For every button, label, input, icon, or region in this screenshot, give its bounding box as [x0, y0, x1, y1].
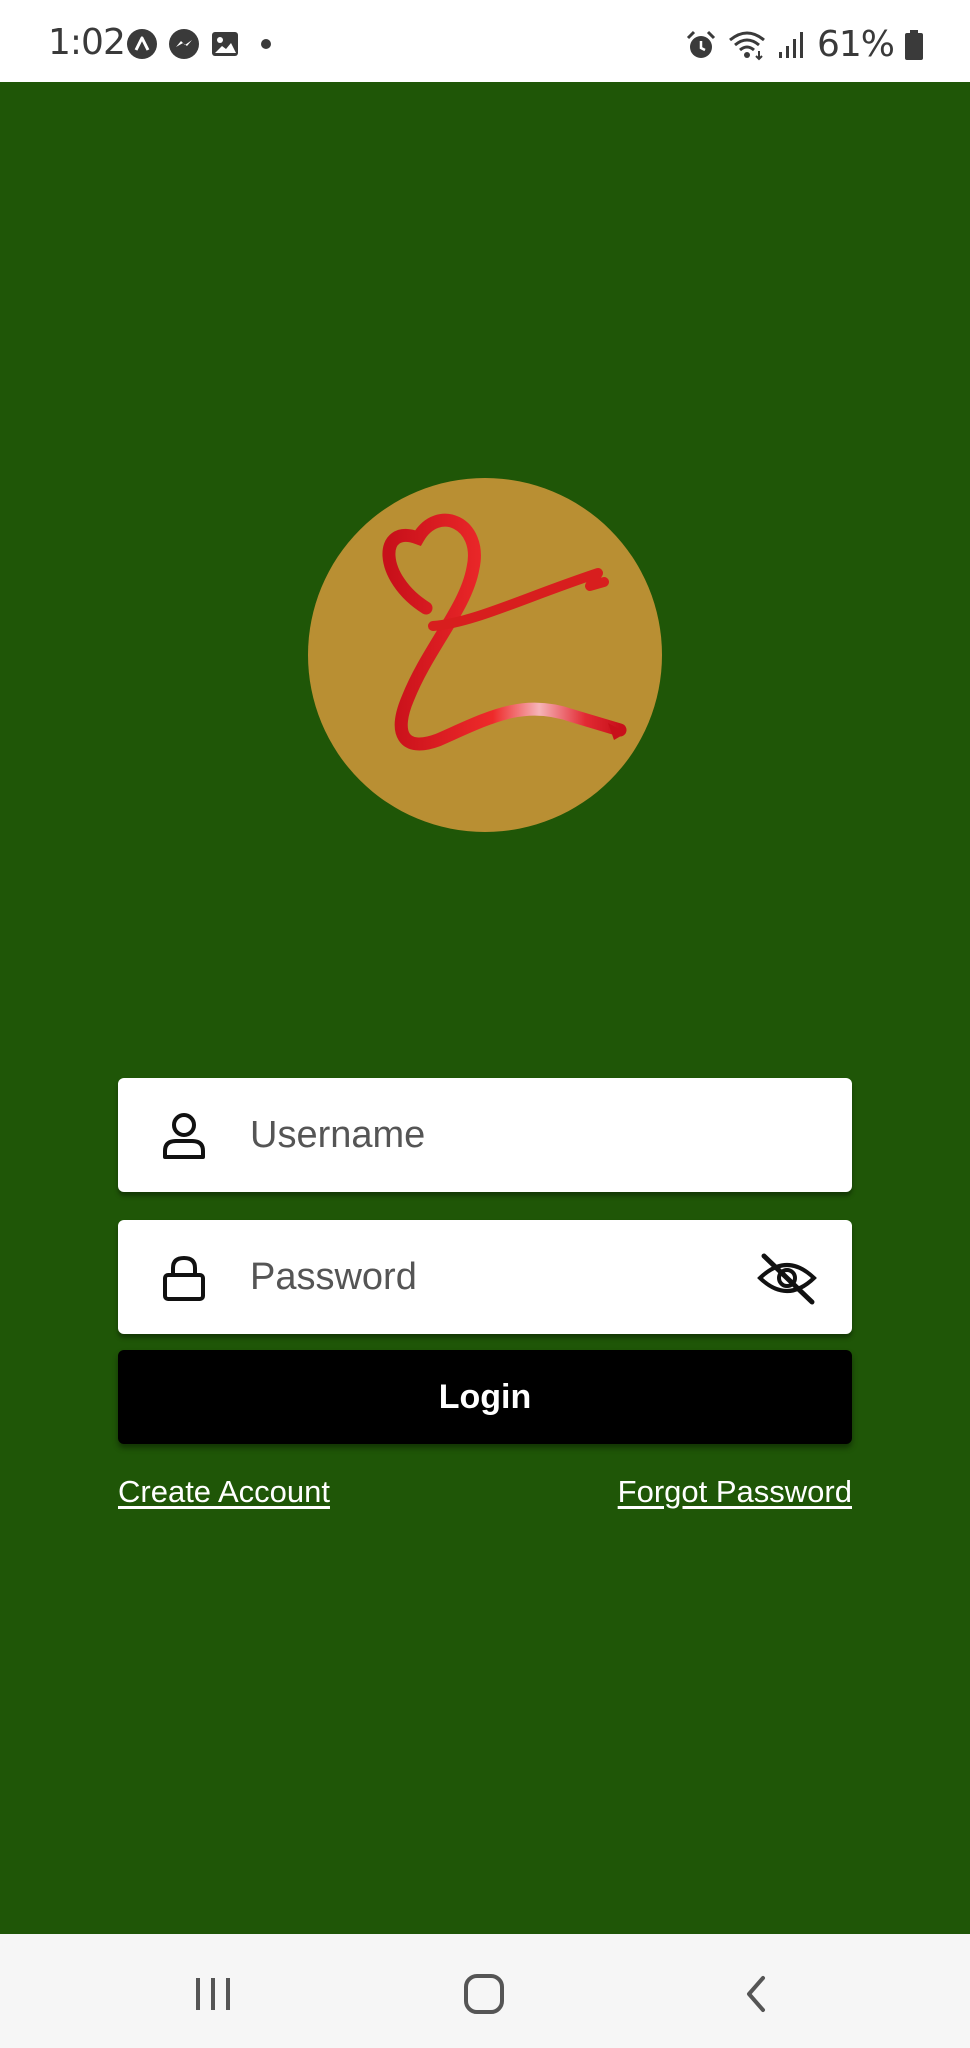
username-input[interactable]: [250, 1078, 730, 1192]
status-icons-left: [126, 28, 272, 60]
lock-icon: [160, 1253, 208, 1303]
eye-off-icon[interactable]: [756, 1250, 818, 1306]
status-time: 1:02: [48, 22, 126, 63]
navigation-bar: [0, 1934, 970, 2048]
password-field: [118, 1220, 852, 1334]
status-icons-right: 61%: [685, 24, 924, 65]
alarm-icon: [685, 29, 717, 61]
forgot-password-link[interactable]: Forgot Password: [618, 1474, 852, 1510]
wifi-icon: [727, 29, 767, 61]
signal-icon: [777, 30, 807, 60]
battery-icon: [904, 29, 924, 61]
password-input[interactable]: [250, 1220, 730, 1334]
login-button[interactable]: Login: [118, 1350, 852, 1444]
login-screen: Login Create Account Forgot Password: [0, 82, 970, 1934]
gallery-icon: [210, 29, 240, 59]
username-field: [118, 1078, 852, 1192]
back-icon[interactable]: [726, 1964, 786, 2024]
status-bar: 1:02 61%: [0, 0, 970, 82]
app-logo: [308, 478, 662, 832]
home-icon[interactable]: [454, 1964, 514, 2024]
messenger-icon: [168, 28, 200, 60]
battery-percent: 61%: [816, 24, 895, 65]
recents-icon[interactable]: [183, 1964, 243, 2024]
assistant-icon: [126, 28, 158, 60]
notification-dot-icon: [260, 38, 272, 50]
create-account-link[interactable]: Create Account: [118, 1474, 330, 1510]
user-icon: [160, 1111, 208, 1161]
